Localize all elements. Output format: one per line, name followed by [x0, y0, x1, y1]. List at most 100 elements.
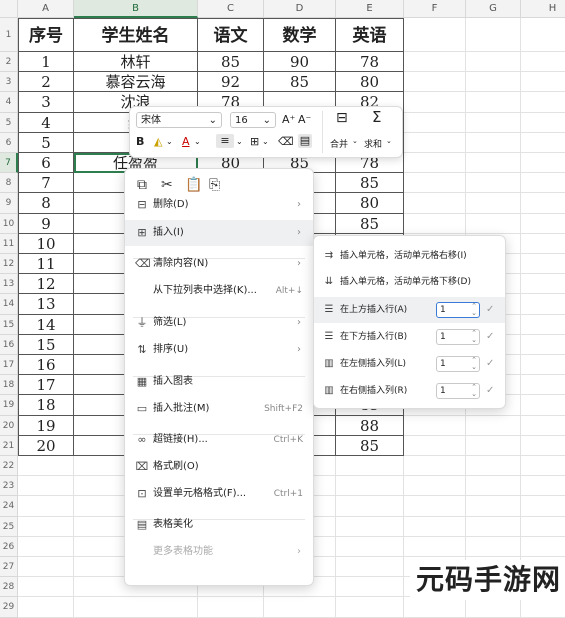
empty-cell[interactable]: [404, 92, 466, 113]
merge-label[interactable]: 合并: [330, 137, 348, 150]
column-header-f[interactable]: F: [404, 0, 466, 18]
row-header-11[interactable]: 11: [0, 233, 18, 254]
table-cell[interactable]: 85: [198, 52, 264, 73]
sum-label[interactable]: 求和: [364, 137, 382, 150]
empty-cell[interactable]: [521, 456, 565, 477]
empty-cell[interactable]: [466, 18, 521, 52]
table-cell[interactable]: 78: [336, 52, 404, 73]
row-header-20[interactable]: 20: [0, 415, 18, 436]
row-header-22[interactable]: 22: [0, 456, 18, 477]
row-header-2[interactable]: 2: [0, 52, 18, 73]
empty-cell[interactable]: [466, 173, 521, 194]
row-header-13[interactable]: 13: [0, 274, 18, 295]
font-size-select[interactable]: 16 ⌄: [230, 112, 276, 128]
row-header-6[interactable]: 6: [0, 132, 18, 153]
table-cell[interactable]: 14: [18, 314, 74, 335]
empty-cell[interactable]: [466, 415, 521, 436]
column-header-c[interactable]: C: [198, 0, 264, 18]
empty-cell[interactable]: [336, 557, 404, 578]
table-cell[interactable]: 9: [18, 213, 74, 234]
increase-font-icon[interactable]: A⁺: [282, 113, 295, 127]
table-cell[interactable]: 2: [18, 72, 74, 93]
table-header-cell[interactable]: 语文: [198, 18, 264, 52]
confirm-check-icon[interactable]: ✓: [486, 378, 494, 404]
table-cell[interactable]: 19: [18, 415, 74, 436]
empty-cell[interactable]: [521, 92, 565, 113]
row-header-26[interactable]: 26: [0, 536, 18, 557]
table-cell[interactable]: 1: [18, 52, 74, 73]
empty-cell[interactable]: [404, 52, 466, 73]
column-header-d[interactable]: D: [264, 0, 336, 18]
empty-cell[interactable]: [521, 537, 565, 557]
empty-cell[interactable]: [404, 496, 466, 517]
spin-arrows-icon[interactable]: ⌃ ⌄: [471, 303, 477, 317]
empty-cell[interactable]: [466, 456, 521, 477]
empty-cell[interactable]: [404, 516, 466, 537]
table-cell[interactable]: 5: [18, 132, 74, 153]
row-header-25[interactable]: 25: [0, 516, 18, 537]
empty-cell[interactable]: [521, 335, 565, 355]
table-cell[interactable]: 18: [18, 395, 74, 416]
submenu-item-insert-col-right[interactable]: ▥ 在右侧插入列(R) 1 ⌃ ⌄ ✓: [314, 378, 505, 404]
menu-item-delete[interactable]: ⊟ 删除(D) ›: [125, 192, 313, 218]
empty-cell[interactable]: [521, 294, 565, 315]
empty-cell[interactable]: [521, 315, 565, 335]
column-header-b[interactable]: B: [74, 0, 198, 18]
empty-cell[interactable]: [336, 456, 404, 477]
format-painter-icon[interactable]: ▤: [298, 134, 312, 148]
table-cell[interactable]: 85: [336, 435, 404, 456]
table-cell[interactable]: 80: [336, 193, 404, 214]
table-cell[interactable]: 8: [18, 193, 74, 214]
row-header-4[interactable]: 4: [0, 92, 18, 113]
empty-cell[interactable]: [521, 496, 565, 517]
submenu-item-insert-col-left[interactable]: ▥ 在左侧插入列(L) 1 ⌃ ⌄ ✓: [314, 351, 505, 377]
table-cell[interactable]: 13: [18, 294, 74, 315]
row-header-15[interactable]: 15: [0, 314, 18, 335]
submenu-item-insert-row-above[interactable]: ☰ 在上方插入行(A) 1 ⌃ ⌄ ✓: [314, 297, 505, 323]
decrease-font-icon[interactable]: A⁻: [298, 113, 311, 127]
chevron-down-icon[interactable]: ⌄: [352, 137, 358, 145]
table-cell[interactable]: 85: [264, 72, 336, 93]
empty-cell[interactable]: [404, 213, 466, 234]
row-header-19[interactable]: 19: [0, 395, 18, 416]
row-header-29[interactable]: 29: [0, 597, 18, 618]
empty-cell[interactable]: [521, 517, 565, 537]
empty-cell[interactable]: [521, 113, 565, 133]
empty-cell[interactable]: [521, 214, 565, 234]
empty-cell[interactable]: [466, 153, 521, 174]
empty-cell[interactable]: [404, 597, 466, 618]
empty-cell[interactable]: [466, 516, 521, 537]
empty-cell[interactable]: [74, 597, 198, 618]
menu-item-insert[interactable]: ⊞ 插入(I) ›: [125, 220, 313, 246]
row-header-21[interactable]: 21: [0, 435, 18, 456]
empty-cell[interactable]: [521, 436, 565, 456]
empty-cell[interactable]: [521, 355, 565, 376]
row-header-16[interactable]: 16: [0, 334, 18, 355]
spin-arrows-icon[interactable]: ⌃ ⌄: [471, 384, 477, 398]
empty-cell[interactable]: [521, 193, 565, 214]
empty-cell[interactable]: [521, 274, 565, 295]
sum-icon[interactable]: Σ: [372, 110, 381, 125]
row-header-9[interactable]: 9: [0, 193, 18, 214]
paste-special-icon[interactable]: ⎘: [209, 177, 220, 193]
row-header-17[interactable]: 17: [0, 355, 18, 376]
chevron-down-icon[interactable]: ⌄: [386, 137, 392, 145]
menu-item-sort[interactable]: ⇅ 排序(U) ›: [125, 337, 313, 363]
table-header-cell[interactable]: 序号: [18, 18, 74, 52]
row-header-18[interactable]: 18: [0, 375, 18, 396]
submenu-item-insert-row-below[interactable]: ☰ 在下方插入行(B) 1 ⌃ ⌄ ✓: [314, 324, 505, 350]
submenu-item-insert-shift-down[interactable]: ⇊ 插入单元格，活动单元格下移(D): [314, 269, 505, 295]
empty-cell[interactable]: [521, 173, 565, 194]
empty-cell[interactable]: [521, 375, 565, 396]
menu-item-hyperlink[interactable]: ∞ 超链接(H)... Ctrl+K: [125, 427, 313, 453]
confirm-check-icon[interactable]: ✓: [486, 324, 494, 350]
empty-cell[interactable]: [521, 18, 565, 52]
table-cell[interactable]: 16: [18, 355, 74, 376]
menu-item-insert-comment[interactable]: ▭ 插入批注(M) Shift+F2: [125, 396, 313, 422]
menu-item-more-table-features[interactable]: 更多表格功能 ›: [125, 539, 313, 565]
row-header-27[interactable]: 27: [0, 557, 18, 578]
chevron-down-icon[interactable]: ⌄: [236, 135, 243, 149]
empty-cell[interactable]: [466, 597, 521, 618]
table-cell[interactable]: 92: [198, 72, 264, 93]
empty-cell[interactable]: [18, 496, 74, 517]
